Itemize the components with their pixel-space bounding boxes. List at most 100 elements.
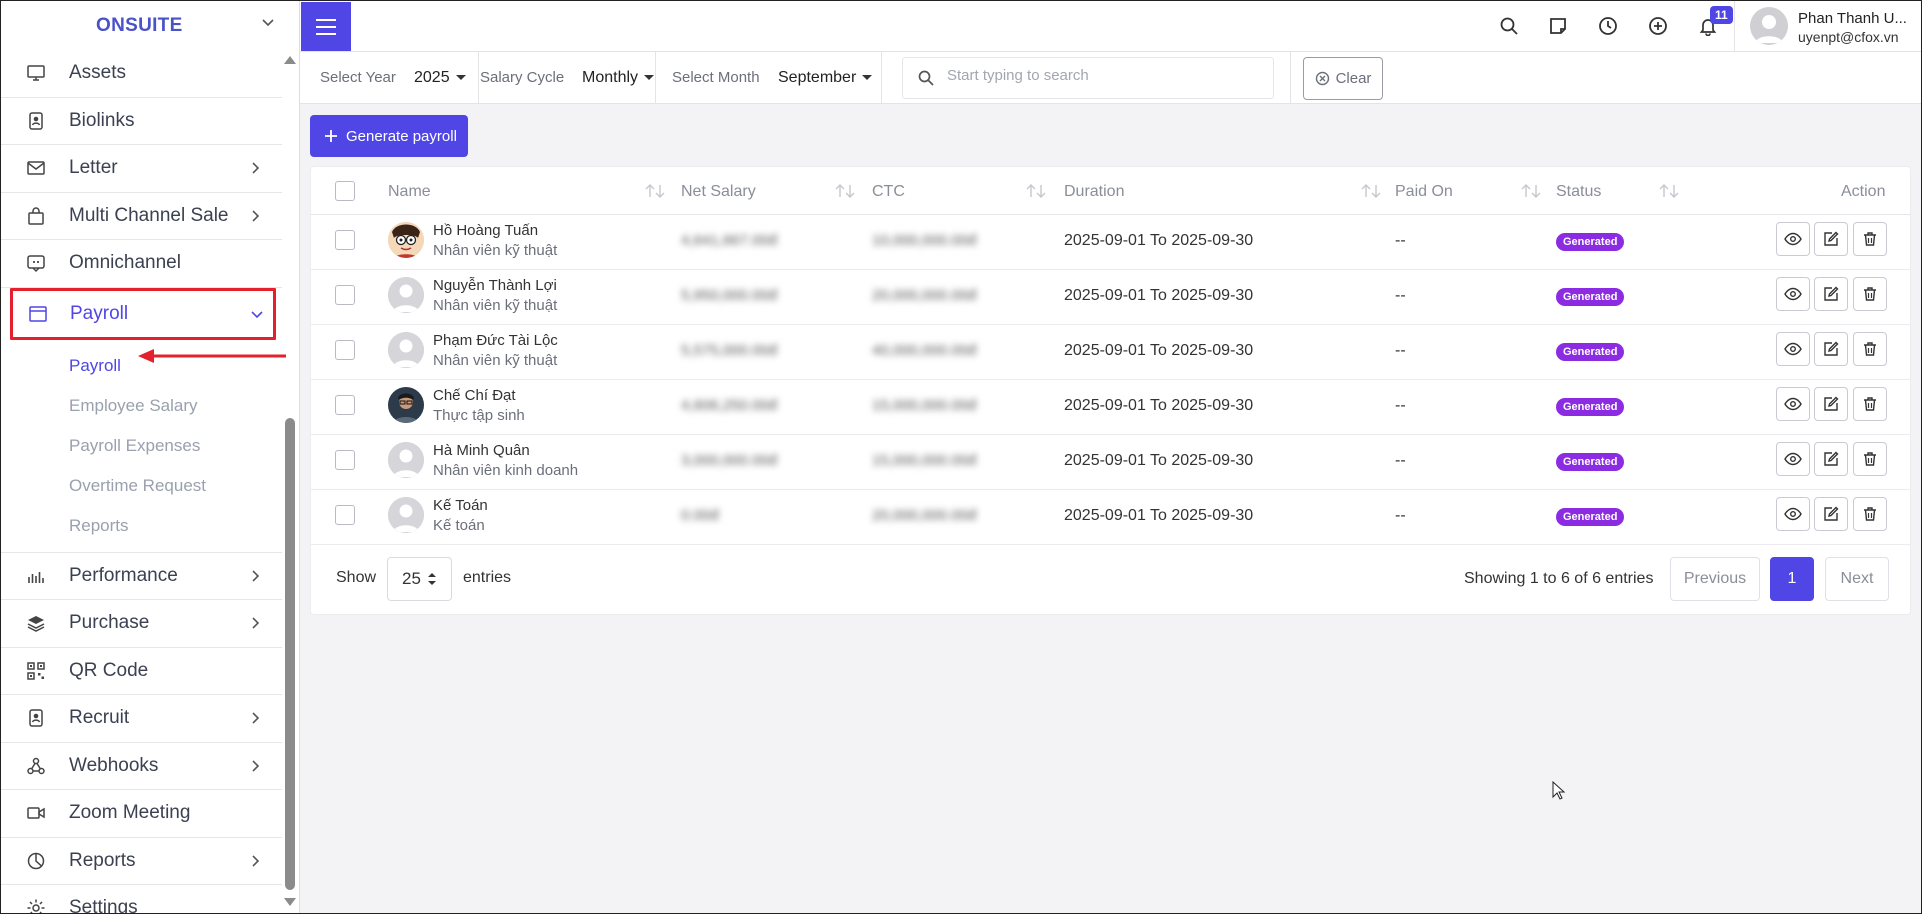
row-checkbox[interactable]: [335, 450, 355, 470]
row-checkbox[interactable]: [335, 230, 355, 250]
search-box[interactable]: [902, 57, 1274, 99]
sidebar-item-performance[interactable]: Performance: [0, 553, 282, 600]
sort-icon[interactable]: [1360, 183, 1382, 199]
page-1-button[interactable]: 1: [1770, 557, 1814, 601]
avatar: [388, 497, 424, 533]
edit-button[interactable]: [1814, 332, 1848, 366]
edit-icon: [1824, 286, 1839, 301]
trash-icon: [1864, 507, 1876, 521]
sidebar-item-payroll[interactable]: Payroll: [10, 287, 276, 340]
search-icon[interactable]: [1497, 14, 1521, 38]
sidebar-scrollbar-thumb[interactable]: [285, 418, 295, 890]
sort-icon[interactable]: [1658, 183, 1680, 199]
sidebar-item-letter[interactable]: Letter: [0, 145, 282, 193]
submenu-item-payroll-expenses[interactable]: Payroll Expenses: [0, 426, 282, 466]
select-all-checkbox[interactable]: [335, 181, 355, 201]
scroll-up-arrow[interactable]: [284, 56, 296, 64]
delete-button[interactable]: [1853, 497, 1887, 531]
id-card-icon: [25, 707, 47, 729]
sort-icon[interactable]: [1025, 183, 1047, 199]
add-circle-icon[interactable]: [1646, 14, 1670, 38]
delete-button[interactable]: [1853, 332, 1887, 366]
delete-button[interactable]: [1853, 442, 1887, 476]
sidebar-item-biolinks[interactable]: Biolinks: [0, 98, 282, 145]
view-button[interactable]: [1776, 277, 1810, 311]
column-header-net-salary[interactable]: Net Salary: [681, 183, 756, 201]
previous-page-button[interactable]: Previous: [1670, 557, 1760, 601]
column-header-name[interactable]: Name: [388, 183, 431, 201]
submenu-item-employee-salary[interactable]: Employee Salary: [0, 386, 282, 426]
user-avatar[interactable]: [1750, 7, 1788, 45]
column-header-duration[interactable]: Duration: [1064, 183, 1124, 201]
row-checkbox[interactable]: [335, 285, 355, 305]
sidebar-item-settings[interactable]: Settings: [0, 885, 282, 914]
browser-window-icon: [27, 303, 49, 325]
delete-button[interactable]: [1853, 387, 1887, 421]
row-checkbox[interactable]: [335, 505, 355, 525]
view-button[interactable]: [1776, 387, 1810, 421]
employee-name[interactable]: Hà Minh Quân: [433, 442, 530, 459]
clear-button[interactable]: Clear: [1303, 57, 1383, 100]
employee-name[interactable]: Hồ Hoàng Tuấn: [433, 222, 538, 239]
view-button[interactable]: [1776, 442, 1810, 476]
edit-button[interactable]: [1814, 497, 1848, 531]
sidebar-item-label: Biolinks: [69, 109, 135, 131]
column-header-ctc[interactable]: CTC: [872, 183, 905, 201]
row-checkbox[interactable]: [335, 395, 355, 415]
employee-name[interactable]: Nguyễn Thành Lợi: [433, 277, 557, 294]
edit-button[interactable]: [1814, 222, 1848, 256]
hamburger-menu-button[interactable]: [301, 2, 351, 51]
sidebar-item-reports[interactable]: Reports: [0, 838, 282, 885]
employee-name[interactable]: Phạm Đức Tài Lộc: [433, 332, 558, 349]
search-input[interactable]: [947, 67, 1257, 84]
employee-name[interactable]: Chế Chí Đạt: [433, 387, 516, 404]
paid-on: --: [1395, 507, 1406, 524]
month-select[interactable]: September: [778, 69, 872, 87]
entries-per-page-select[interactable]: 25: [387, 557, 452, 601]
delete-button[interactable]: [1853, 277, 1887, 311]
year-select[interactable]: 2025: [414, 69, 466, 87]
brand[interactable]: ONSUITE: [0, 0, 299, 52]
delete-button[interactable]: [1853, 222, 1887, 256]
chevron-down-icon[interactable]: [260, 14, 276, 30]
sidebar-item-omnichannel[interactable]: Omnichannel: [0, 240, 282, 288]
submenu-item-reports[interactable]: Reports: [0, 506, 282, 546]
column-header-paid-on[interactable]: Paid On: [1395, 183, 1453, 201]
sidebar-item-webhooks[interactable]: Webhooks: [0, 743, 282, 790]
generate-payroll-button[interactable]: Generate payroll: [310, 115, 468, 157]
view-button[interactable]: [1776, 497, 1810, 531]
clock-icon[interactable]: [1596, 14, 1620, 38]
edit-button[interactable]: [1814, 387, 1848, 421]
sort-icon[interactable]: [834, 183, 856, 199]
sidebar-item-label: QR Code: [69, 659, 149, 681]
sidebar-item-assets[interactable]: Assets: [0, 50, 282, 98]
employee-name[interactable]: Kế Toán: [433, 497, 488, 514]
sidebar-item-label: Zoom Meeting: [69, 802, 191, 824]
avatar: [388, 387, 424, 423]
eye-icon: [1784, 507, 1802, 521]
ctc: 20,000,000.00đ: [872, 287, 977, 304]
sidebar-item-recruit[interactable]: Recruit: [0, 695, 282, 743]
chevron-right-icon: [252, 210, 260, 222]
submenu-item-overtime-request[interactable]: Overtime Request: [0, 466, 282, 506]
view-button[interactable]: [1776, 222, 1810, 256]
sidebar-menu: Assets Biolinks Letter Multi Channel Sal…: [0, 50, 282, 914]
user-name[interactable]: Phan Thanh U...: [1798, 10, 1907, 27]
edit-button[interactable]: [1814, 442, 1848, 476]
year-label: Select Year: [320, 69, 396, 86]
sidebar-item-zoom-meeting[interactable]: Zoom Meeting: [0, 790, 282, 838]
sidebar-item-multi-channel-sale[interactable]: Multi Channel Sale: [0, 193, 282, 240]
row-checkbox[interactable]: [335, 340, 355, 360]
sidebar-item-qr-code[interactable]: QR Code: [0, 648, 282, 695]
scroll-down-arrow[interactable]: [284, 898, 296, 906]
salary-cycle-select[interactable]: Monthly: [582, 69, 654, 87]
view-button[interactable]: [1776, 332, 1810, 366]
sidebar-item-purchase[interactable]: Purchase: [0, 600, 282, 648]
status-badge: Generated: [1556, 508, 1625, 526]
next-page-button[interactable]: Next: [1825, 557, 1889, 601]
sort-icon[interactable]: [644, 183, 666, 199]
column-header-status[interactable]: Status: [1556, 183, 1601, 201]
sort-icon[interactable]: [1520, 183, 1542, 199]
note-icon[interactable]: [1546, 14, 1570, 38]
edit-button[interactable]: [1814, 277, 1848, 311]
